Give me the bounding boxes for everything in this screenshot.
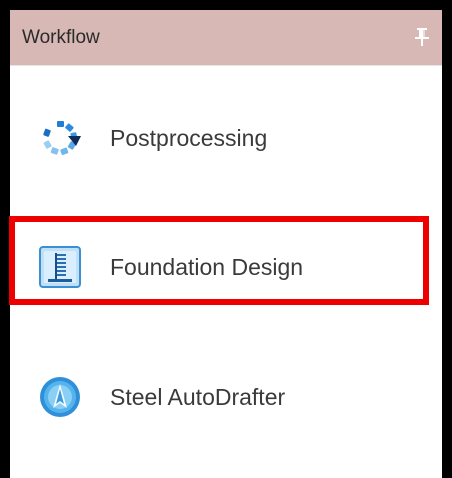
steel-autodrafter-icon: [40, 377, 80, 417]
selection-highlight-box: [9, 216, 429, 305]
workflow-item-steel-autodrafter[interactable]: Steel AutoDrafter: [38, 367, 438, 427]
panel-title: Workflow: [22, 27, 100, 48]
panel-header: Workflow: [10, 10, 442, 65]
workflow-item-label: Postprocessing: [110, 125, 268, 151]
workflow-item-postprocessing[interactable]: Postprocessing: [38, 108, 438, 168]
pin-icon[interactable]: [414, 27, 430, 47]
workflow-item-label: Steel AutoDrafter: [110, 384, 286, 410]
header-divider: [10, 65, 442, 66]
postprocessing-icon: [43, 121, 81, 156]
